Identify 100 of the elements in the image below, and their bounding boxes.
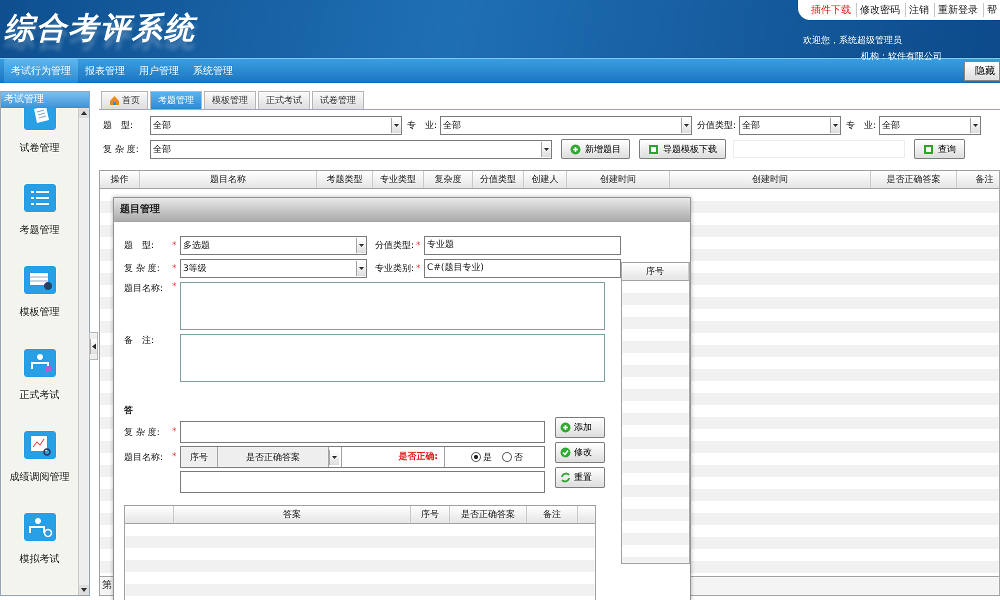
action-button[interactable]: 导题模板下载: [639, 139, 726, 159]
nav-tab[interactable]: 报表管理: [78, 59, 132, 83]
header-link[interactable]: 帮: [983, 3, 1000, 17]
field-label: 专 业:: [846, 120, 876, 132]
home-icon: [109, 95, 120, 106]
caret-icon: [541, 142, 551, 156]
column-header: 是否正确答案: [450, 506, 527, 523]
caret-icon: [970, 118, 980, 133]
header-link[interactable]: 插件下载: [808, 3, 854, 17]
section-label: 答: [124, 404, 134, 417]
tab[interactable]: 首页: [101, 91, 148, 109]
list-icon: [24, 184, 56, 212]
column-header: 题目名称: [140, 171, 317, 188]
nav-tab[interactable]: 系统管理: [186, 59, 240, 83]
text-area[interactable]: [180, 282, 605, 330]
sidebar-item[interactable]: 正式考试: [20, 348, 60, 431]
chart-magnifier-icon: [24, 430, 56, 459]
sidebar-label: 模拟考试: [20, 552, 60, 566]
person-icon: [24, 348, 56, 377]
select-field[interactable]: 全部: [150, 140, 552, 158]
field-label: 分值类型:: [697, 120, 736, 132]
required-mark: *: [416, 240, 422, 250]
sidebar-title: 考试管理: [1, 92, 89, 108]
scroll-up-icon: [79, 108, 89, 118]
sidebar-label: 考题管理: [20, 224, 60, 238]
input-field[interactable]: C#(题目专业): [424, 259, 621, 278]
form-gear-icon: [24, 266, 56, 294]
select-field[interactable]: 全部: [150, 116, 402, 135]
text-area[interactable]: [180, 334, 605, 382]
field-label: 专 业:: [407, 120, 438, 132]
field-label: 题 型:: [124, 240, 156, 252]
field-label: 题目名称:: [124, 282, 164, 295]
tab[interactable]: 试卷管理: [312, 91, 364, 109]
required-mark: *: [172, 240, 178, 250]
plus-icon: [560, 422, 571, 433]
column-header: 复杂度: [424, 171, 473, 188]
field-label: 复 杂 度:: [124, 262, 161, 275]
column-header: 序号: [411, 506, 450, 523]
hide-button[interactable]: 隐藏: [964, 61, 1000, 81]
person-clock-icon: [24, 512, 56, 541]
field-label: 复 杂 度:: [103, 144, 140, 156]
caret-icon: [356, 261, 366, 276]
select-field[interactable]: 3等级: [180, 259, 367, 278]
radio-option[interactable]: 否: [502, 450, 523, 464]
radio-option[interactable]: 是: [471, 450, 492, 464]
caret-icon: [356, 238, 366, 253]
select-field[interactable]: 全部: [739, 116, 842, 135]
action-button[interactable]: 添加: [555, 417, 605, 438]
column-header: 操作: [100, 171, 140, 188]
sidebar-item[interactable]: 成绩调阅管理: [10, 430, 70, 513]
correct-label: 是否正确:: [341, 447, 445, 467]
action-button[interactable]: 新增题目: [561, 139, 630, 159]
column-header: 序号: [181, 447, 218, 467]
sidebar-label: 试卷管理: [20, 142, 60, 155]
sheet-icon: [923, 144, 934, 154]
field-label: 复 杂 度:: [124, 426, 161, 438]
sheet-icon: [648, 144, 659, 154]
header-link[interactable]: 注销: [905, 3, 932, 17]
nav-tab[interactable]: 用户管理: [132, 59, 186, 83]
tab[interactable]: 正式考试: [258, 91, 310, 109]
tab[interactable]: 模板管理: [204, 91, 256, 109]
required-mark: *: [416, 264, 422, 274]
header-link[interactable]: 修改密码: [856, 3, 903, 17]
sidebar-item[interactable]: 试卷管理: [20, 108, 60, 184]
scroll-down-icon: [79, 585, 89, 595]
select-field[interactable]: 全部: [879, 116, 982, 135]
column-header: 考题类型: [317, 171, 373, 188]
sidebar-item[interactable]: 模板管理: [20, 266, 60, 349]
header-link[interactable]: 重新登录: [934, 3, 981, 17]
app-logo: 综合考评系统: [3, 10, 196, 46]
dialog-title: 题目管理: [114, 198, 690, 222]
paper-icon: [24, 108, 56, 130]
input-field[interactable]: [180, 421, 545, 443]
column-header: 分值类型: [473, 171, 524, 188]
column-header: 创建人: [524, 171, 567, 188]
input-field[interactable]: 专业题: [424, 236, 621, 255]
refresh-icon: [560, 472, 571, 483]
collapse-handle[interactable]: [89, 332, 98, 360]
dropdown-button[interactable]: [329, 450, 339, 464]
action-button[interactable]: 重置: [555, 467, 605, 488]
column-header: 答案: [174, 506, 411, 523]
select-field[interactable]: 多选题: [180, 236, 367, 255]
required-mark: *: [172, 452, 178, 462]
caret-icon: [830, 118, 840, 133]
column-header: 创建时间: [567, 171, 670, 188]
action-button[interactable]: 查询: [914, 139, 965, 159]
sidebar-label: 模板管理: [20, 306, 60, 320]
column-header: 序号: [622, 263, 689, 280]
sidebar-item[interactable]: 考题管理: [20, 184, 60, 266]
field-label: 备 注:: [124, 334, 156, 347]
column-header: 备注: [527, 506, 578, 523]
check-icon: [560, 447, 571, 458]
sidebar-item[interactable]: 模拟考试: [20, 512, 60, 595]
action-button[interactable]: 修改: [555, 442, 605, 463]
input-field[interactable]: [180, 471, 545, 493]
field-label: 题 型:: [103, 120, 134, 132]
select-field[interactable]: 全部: [440, 116, 692, 135]
required-mark: *: [172, 427, 178, 437]
caret-icon: [391, 118, 401, 133]
field-label: 分值类型:: [375, 240, 414, 252]
